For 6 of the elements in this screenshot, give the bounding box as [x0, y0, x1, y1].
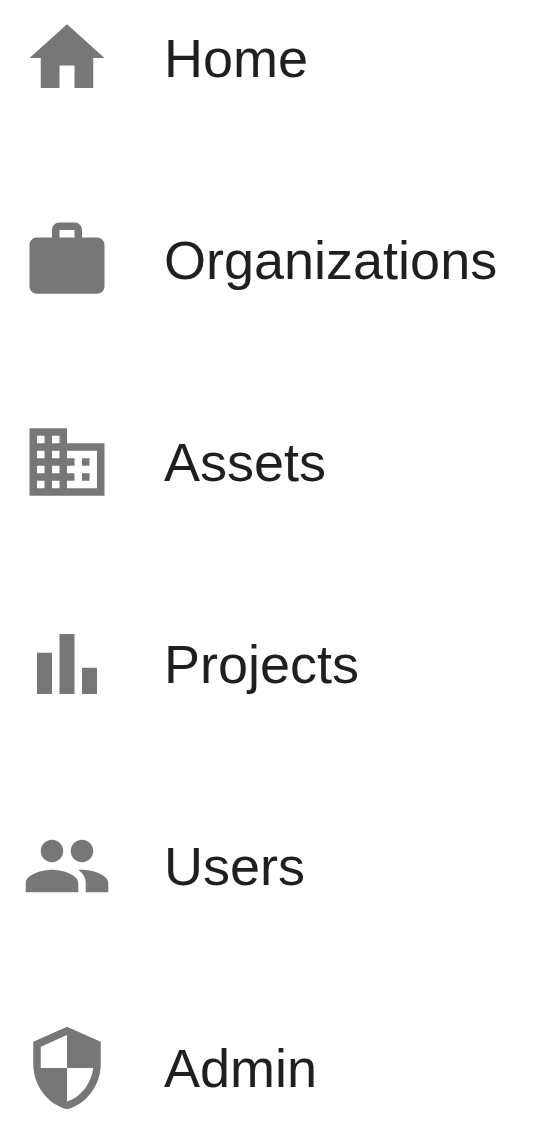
nav-item[interactable]: Assets [0, 412, 544, 512]
nav-item[interactable]: Projects [0, 614, 544, 714]
nav-item[interactable]: Users [0, 816, 544, 916]
nav-item[interactable]: Home [0, 8, 544, 108]
nav-item[interactable]: Admin [0, 1018, 544, 1118]
nav-item[interactable]: Organizations [0, 210, 544, 310]
